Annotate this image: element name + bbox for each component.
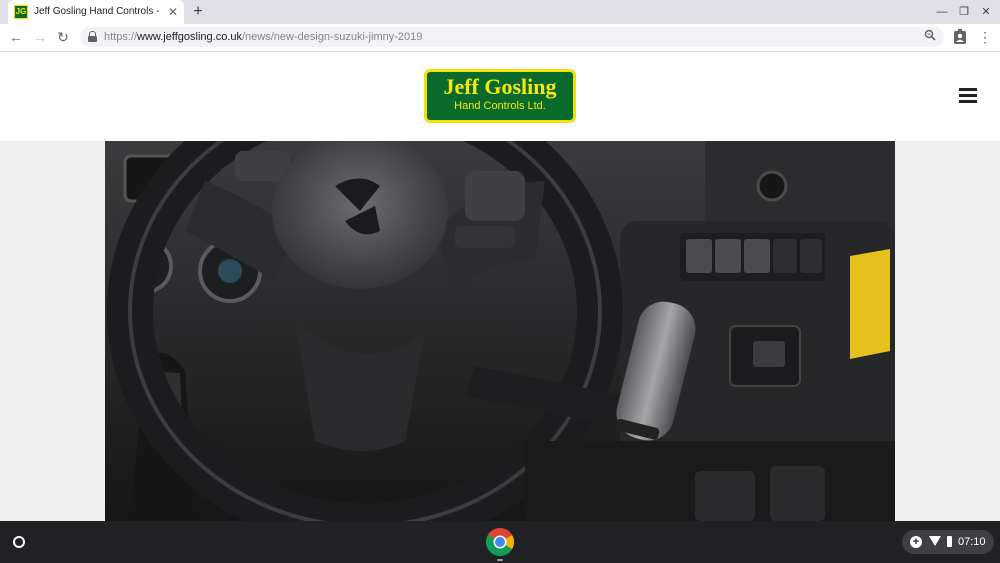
- status-tray[interactable]: + 07:10: [902, 530, 994, 554]
- minimize-icon[interactable]: —: [934, 4, 950, 20]
- browser-tab[interactable]: JG Jeff Gosling Hand Controls - News ✕: [8, 0, 184, 24]
- launcher-icon[interactable]: [8, 531, 30, 553]
- window-close-icon[interactable]: ✕: [978, 4, 994, 20]
- account-icon[interactable]: [951, 28, 969, 46]
- forward-icon[interactable]: →: [31, 28, 49, 46]
- menu-icon[interactable]: ⋮: [976, 28, 994, 46]
- add-icon: +: [910, 536, 922, 548]
- chrome-icon[interactable]: [485, 527, 515, 557]
- tab-title: Jeff Gosling Hand Controls - News: [34, 6, 162, 17]
- site-logo[interactable]: Jeff Gosling Hand Controls Ltd.: [424, 69, 576, 123]
- os-shelf: + 07:10: [0, 521, 1000, 563]
- tab-strip: JG Jeff Gosling Hand Controls - News ✕ +…: [0, 0, 1000, 24]
- reload-icon[interactable]: ↻: [54, 28, 72, 46]
- browser-toolbar: ← → ↻ https://www.jeffgosling.co.uk/news…: [0, 24, 1000, 52]
- hamburger-icon[interactable]: [959, 88, 977, 104]
- wifi-icon: [929, 536, 941, 546]
- tab-close-icon[interactable]: ✕: [166, 5, 180, 19]
- lock-icon: [88, 31, 97, 42]
- logo-main-text: Jeff Gosling: [443, 74, 557, 99]
- battery-icon: [947, 536, 952, 547]
- zoom-icon[interactable]: [922, 29, 938, 45]
- back-icon[interactable]: ←: [7, 28, 25, 46]
- hero-image: [105, 141, 895, 521]
- site-header: Jeff Gosling Hand Controls Ltd.: [0, 52, 1000, 141]
- jg-favicon-icon: JG: [14, 5, 28, 19]
- url-text: https://www.jeffgosling.co.uk/news/new-d…: [104, 31, 423, 43]
- running-indicator: [497, 559, 503, 561]
- logo-sub-text: Hand Controls Ltd.: [454, 100, 546, 112]
- clock-time: 07:10: [958, 536, 986, 548]
- restore-icon[interactable]: ❐: [956, 4, 972, 20]
- page-content: [0, 141, 1000, 521]
- address-bar[interactable]: https://www.jeffgosling.co.uk/news/new-d…: [80, 27, 944, 47]
- new-tab-icon[interactable]: +: [189, 3, 207, 21]
